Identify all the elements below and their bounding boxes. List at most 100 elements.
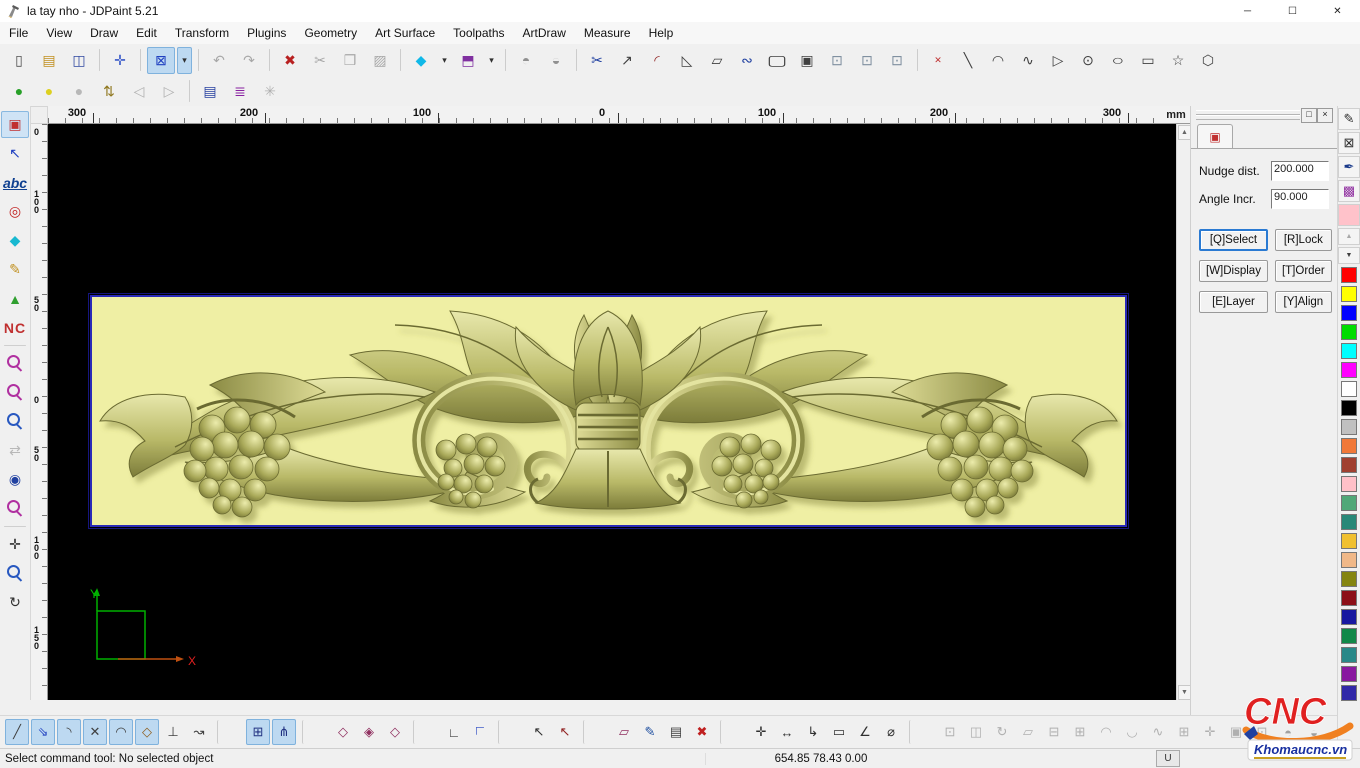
zoom-object-icon[interactable] [1,495,29,522]
viewport-canvas[interactable]: Y X [48,124,1176,700]
new-file-icon[interactable]: ▯ [5,47,33,74]
redo-icon[interactable]: ↷ [235,47,263,74]
pick-remove-icon[interactable]: ↖ [553,719,577,745]
unit-toggle-button[interactable]: U [1156,750,1180,767]
light-setting-icon[interactable]: ✳ [256,78,284,105]
select-box-icon[interactable]: ⊠ [147,47,175,74]
color-swatch[interactable] [1341,476,1357,492]
node-edit-icon[interactable]: ↖ [1,140,29,167]
fillet-icon[interactable]: ◜ [643,47,671,74]
color-swatch[interactable] [1341,400,1357,416]
pan-icon[interactable]: ✛ [1,531,29,558]
menu-item[interactable]: Transform [166,22,238,44]
minimize-button[interactable]: ─ [1225,0,1270,22]
capture-draw-icon[interactable]: ✎ [638,719,662,745]
layer-manager-icon[interactable]: ▤ [196,78,224,105]
snap-cross-icon[interactable]: ✕ [83,719,107,745]
snap-intersect-icon[interactable]: ⇘ [31,719,55,745]
pencil-edit-icon[interactable]: ✎ [1338,108,1360,130]
color-swatch[interactable] [1341,666,1357,682]
view-next-icon[interactable]: ▷ [155,78,183,105]
copy-offset-icon[interactable]: ⊡ [853,47,881,74]
order-button[interactable]: [T]Order [1275,260,1332,282]
plane-align-top-icon[interactable]: ∟ [468,719,492,745]
point-tool-icon[interactable]: ✕ [924,47,952,74]
color-swatch[interactable] [1341,647,1357,663]
measure-point-icon[interactable]: ✛ [749,719,773,745]
select-button[interactable]: [Q]Select [1199,229,1268,251]
snap-on-curve-icon[interactable]: ◝ [57,719,81,745]
save-icon[interactable]: ◫ [65,47,93,74]
pattern-fill-icon[interactable]: ▩ [1338,180,1360,202]
region-fill-icon[interactable]: ◆ [1,227,29,254]
array-rotate-icon[interactable]: ↻ [990,719,1014,745]
zoom-scale-icon[interactable] [1,560,29,587]
tab-selection[interactable]: ▣ [1197,124,1233,148]
snap-perpendicular-icon[interactable]: ⊥ [161,719,185,745]
menu-item[interactable]: Toolpaths [444,22,513,44]
relief-cup-icon[interactable]: ◒ [542,47,570,74]
outline-offset-icon[interactable]: ◎ [1,198,29,225]
align-center-icon[interactable]: ⊞ [1172,719,1196,745]
align-cross-icon[interactable]: ✛ [1198,719,1222,745]
snap-free-icon[interactable]: ╱ [5,719,29,745]
snap-grid-icon[interactable]: ⊞ [246,719,270,745]
zoom-in-icon[interactable] [1,408,29,435]
color-swatch[interactable] [1341,457,1357,473]
refresh-icon[interactable]: ↻ [1,589,29,616]
shade-off-icon[interactable]: ● [35,78,63,105]
color-swatch[interactable] [1341,305,1357,321]
smooth-brush-icon[interactable]: ✎ [1,256,29,283]
relief-artwork-panel[interactable] [90,295,1127,527]
color-swatch[interactable] [1341,362,1357,378]
color-swatch[interactable] [1341,267,1357,283]
snap-quadrant-icon[interactable]: ◇ [135,719,159,745]
menu-item[interactable]: File [0,22,37,44]
pick-light-icon[interactable]: ● [65,78,93,105]
spline-tool-icon[interactable]: ∿ [1014,47,1042,74]
zoom-shrink-icon[interactable] [1,379,29,406]
color-picker-icon[interactable]: ✒ [1338,156,1360,178]
capture-contour-icon[interactable]: ▱ [612,719,636,745]
color-swatch[interactable] [1341,514,1357,530]
star-tool-icon[interactable]: ☆ [1164,47,1192,74]
menu-item[interactable]: Plugins [238,22,295,44]
color-swatch[interactable] [1341,286,1357,302]
copy-icon[interactable]: ❒ [336,47,364,74]
plane-align-bottom-icon[interactable]: ∟ [442,719,466,745]
horizontal-scrollbar[interactable] [30,700,1190,715]
measure-radius-icon[interactable]: ⌀ [879,719,903,745]
toggle-light-icon[interactable]: ⇅ [95,78,123,105]
text-tool-icon[interactable]: abc [1,169,29,196]
color-swatch[interactable] [1341,343,1357,359]
surface-dropdown-icon[interactable]: ▾ [437,47,452,74]
menu-item[interactable]: Draw [81,22,127,44]
display-mode-icon[interactable]: ◉ [1,466,29,493]
panel-grip[interactable]: □ × [1194,108,1334,122]
polyline-tool-icon[interactable]: ▷ [1044,47,1072,74]
measure-bounds-icon[interactable]: ▭ [827,719,851,745]
cut-icon[interactable]: ✂ [306,47,334,74]
layer-button[interactable]: [E]Layer [1199,291,1268,313]
align-button[interactable]: [Y]Align [1275,291,1332,313]
menu-item[interactable]: Edit [127,22,166,44]
slot-icon[interactable]: ▢ [755,47,798,74]
color-swatch[interactable] [1341,628,1357,644]
cancel-command-icon[interactable]: ✖ [690,719,714,745]
menu-item[interactable]: Geometry [295,22,366,44]
color-swatch[interactable] [1341,609,1357,625]
copy-object-icon[interactable]: ⊡ [823,47,851,74]
menu-item[interactable]: Measure [575,22,640,44]
offset-icon[interactable]: ▱ [703,47,731,74]
array-path-icon[interactable]: ∿ [1146,719,1170,745]
measure-path-icon[interactable]: ↳ [801,719,825,745]
array-copy-icon[interactable]: ⊡ [938,719,962,745]
relief-dome-icon[interactable]: ◓ [512,47,540,74]
guide-point-icon[interactable]: ◇ [331,719,355,745]
color-swatch[interactable] [1341,590,1357,606]
array-mirror-icon[interactable]: ◫ [964,719,988,745]
menu-item[interactable]: Help [640,22,683,44]
chamfer-icon[interactable]: ◺ [673,47,701,74]
delete-icon[interactable]: ✖ [276,47,304,74]
pick-add-icon[interactable]: ↖ [527,719,551,745]
